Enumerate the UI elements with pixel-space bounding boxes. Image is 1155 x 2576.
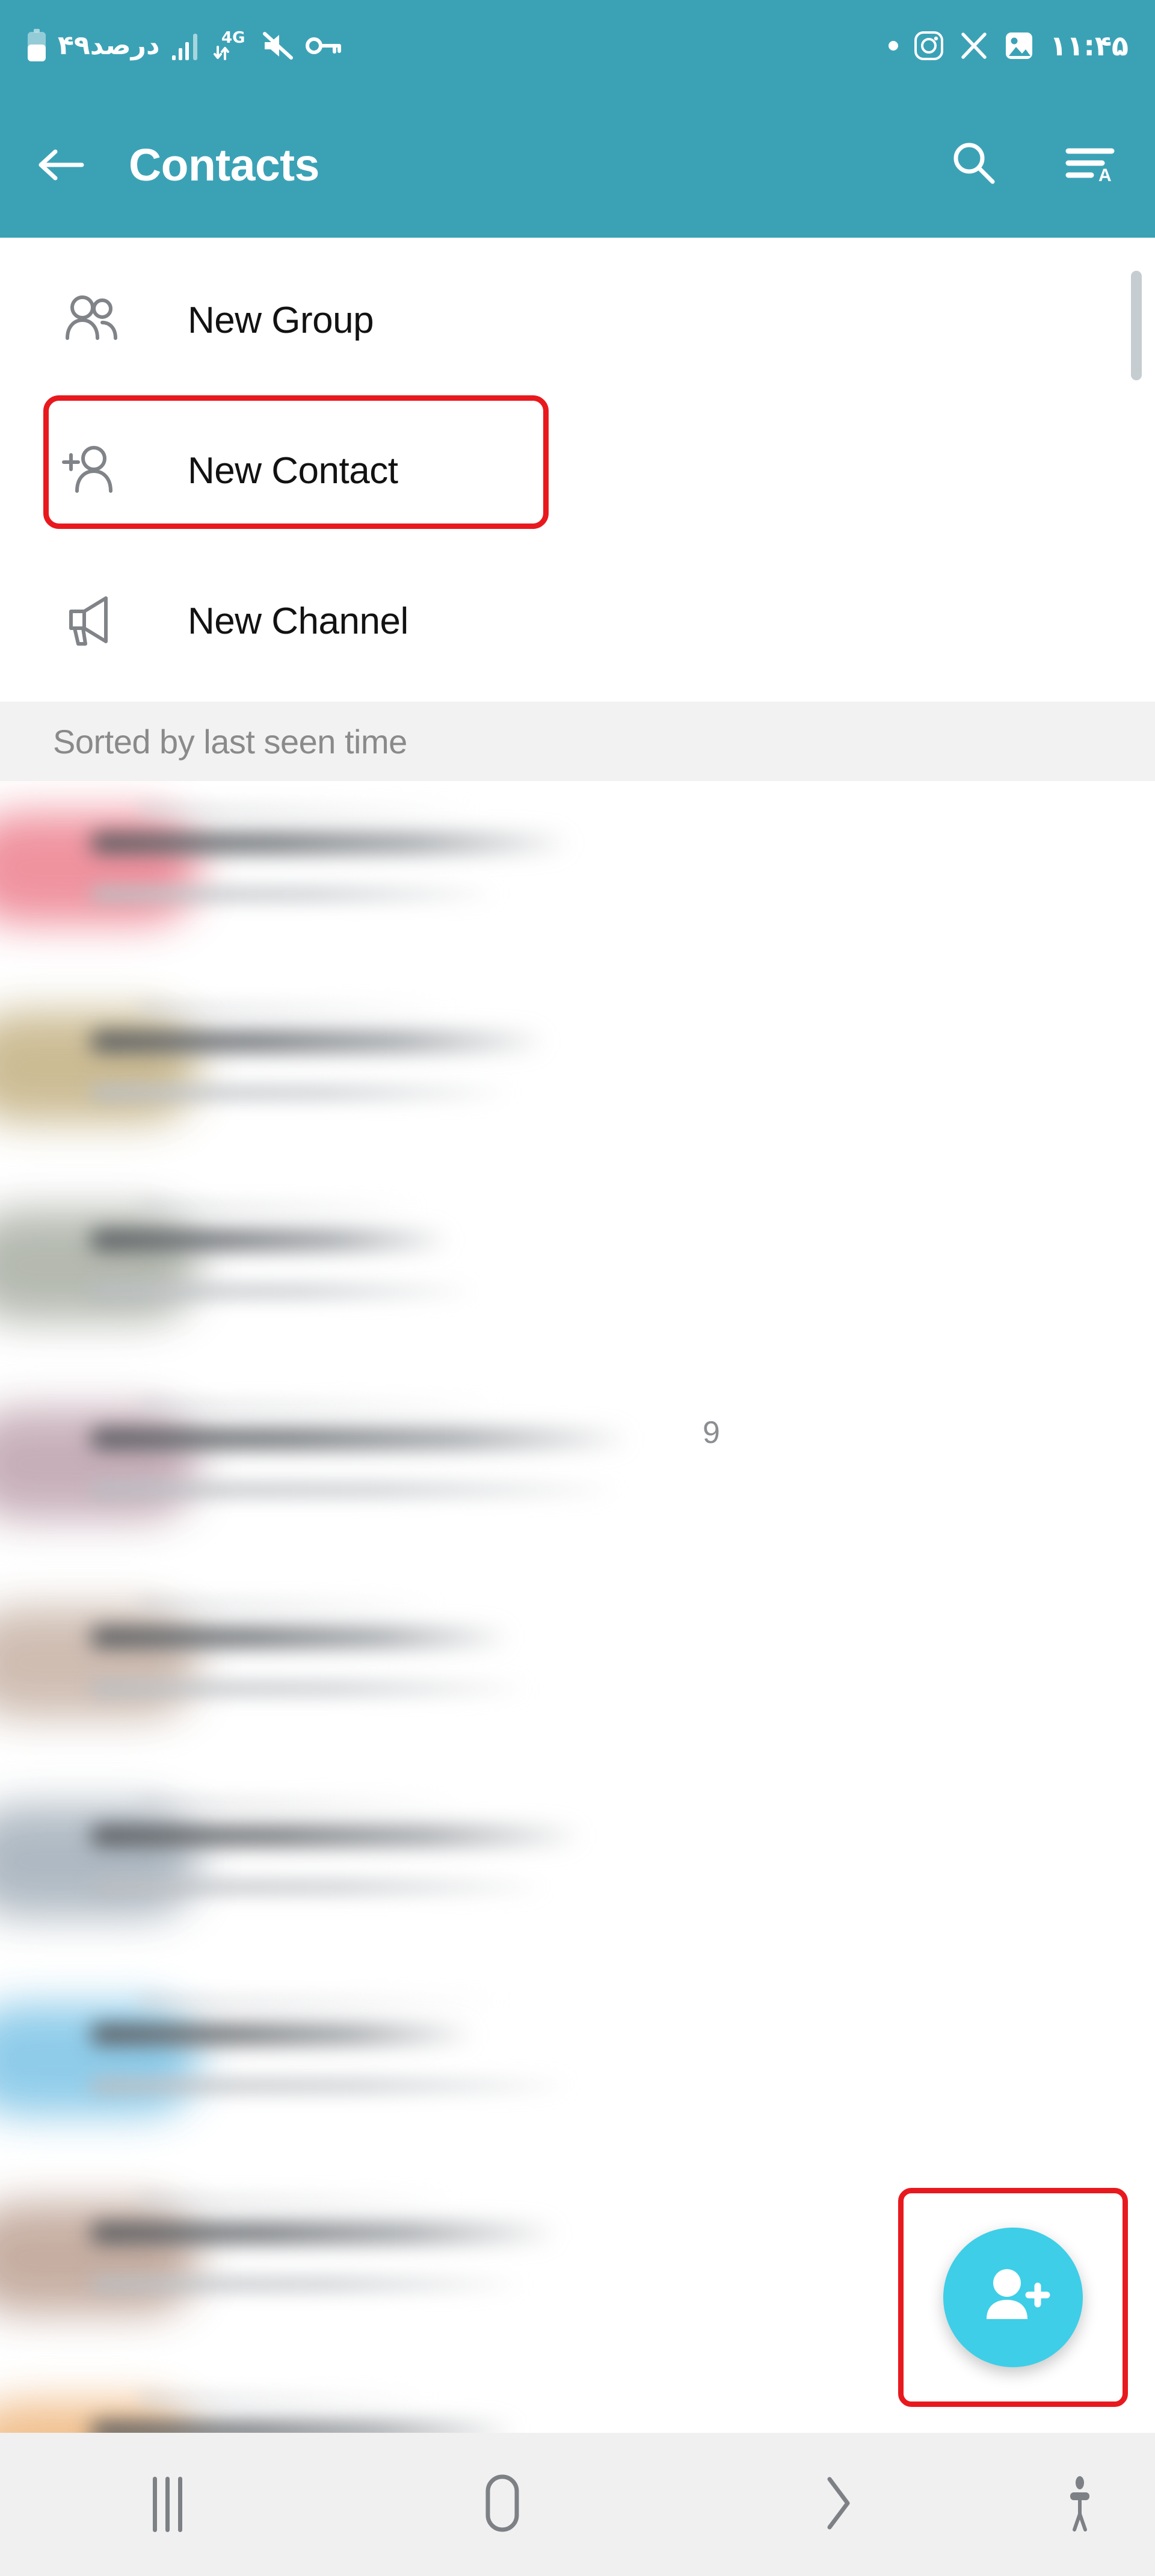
- nav-home-button[interactable]: [335, 2433, 670, 2576]
- contact-name: [90, 1230, 451, 1250]
- list-scrollbar[interactable]: [1131, 271, 1142, 380]
- contact-avatar: [0, 1805, 199, 1917]
- contact-name-ghost: [138, 805, 475, 815]
- status-bar-right: ۱۱:۴۵: [889, 31, 1129, 61]
- accessibility-icon: [1059, 2472, 1101, 2537]
- add-contact-fab[interactable]: [943, 2228, 1083, 2367]
- x-twitter-icon: [959, 31, 988, 60]
- contact-avatar: [0, 812, 199, 924]
- menu-item-label: New Group: [188, 299, 374, 341]
- contact-name: [90, 1031, 547, 1052]
- menu-item-new-contact[interactable]: New Contact: [0, 395, 1155, 546]
- signal-bars-icon: [171, 30, 202, 61]
- contact-status: [90, 1483, 620, 1497]
- home-icon: [473, 2472, 531, 2537]
- contact-name-ghost: [138, 1202, 421, 1212]
- contact-row[interactable]: [0, 1178, 1155, 1377]
- chevron-right-icon: [816, 2472, 858, 2537]
- sorted-by-label: Sorted by last seen time: [53, 722, 407, 761]
- contact-name-ghost: [138, 1401, 499, 1410]
- vpn-key-icon: [305, 34, 342, 58]
- menu-item-new-group[interactable]: New Group: [0, 245, 1155, 395]
- contact-avatar: [0, 1607, 199, 1719]
- contact-avatar: [0, 2004, 199, 2116]
- search-button[interactable]: [948, 138, 999, 191]
- nav-accessibility-button[interactable]: [1005, 2433, 1155, 2576]
- nav-back-button[interactable]: [670, 2433, 1005, 2576]
- data-transfer-icon: 4G: [213, 28, 250, 64]
- menu-item-label: New Channel: [188, 600, 408, 642]
- gallery-icon: [1004, 31, 1034, 61]
- back-button[interactable]: [36, 143, 85, 187]
- search-icon: [948, 138, 999, 191]
- page-title: Contacts: [129, 139, 319, 190]
- contact-row[interactable]: [0, 1774, 1155, 1972]
- contact-status: [90, 1880, 547, 1894]
- person-add-icon: [973, 2256, 1053, 2339]
- recents-icon: [152, 2477, 182, 2532]
- group-icon: [58, 286, 125, 354]
- contact-status: [90, 1284, 475, 1299]
- toolbar-actions: A: [948, 138, 1119, 191]
- contact-avatar: [0, 1011, 199, 1123]
- contact-avatar: [0, 1408, 199, 1520]
- megaphone-icon: [58, 587, 125, 655]
- contact-name: [90, 1429, 632, 1449]
- contact-row[interactable]: [0, 1377, 1155, 1575]
- contact-name-ghost: [138, 1798, 463, 1808]
- instagram-icon: [914, 31, 944, 61]
- sort-alpha-icon: A: [1065, 139, 1119, 190]
- contact-name-ghost: [138, 1997, 505, 2006]
- battery-icon: [26, 29, 47, 63]
- contact-row[interactable]: [0, 1972, 1155, 2171]
- contact-status: [90, 2078, 571, 2093]
- create-menu: New Group New Contact New Channel: [0, 238, 1155, 702]
- network-type-label: 4G: [221, 29, 245, 47]
- menu-item-label: New Contact: [188, 449, 398, 492]
- contact-name: [90, 2024, 475, 2045]
- nav-recents-button[interactable]: [0, 2433, 335, 2576]
- contact-status: [90, 1681, 529, 1696]
- status-bar: ۴۹درصد 4G ۱۱:۴۵: [0, 0, 1155, 91]
- svg-text:A: A: [1098, 165, 1112, 185]
- contact-row[interactable]: [0, 2370, 1155, 2433]
- status-bar-left: ۴۹درصد 4G: [26, 28, 342, 64]
- contact-list[interactable]: [0, 781, 1155, 2433]
- mute-icon: [261, 30, 295, 61]
- contact-status: [90, 887, 499, 901]
- person-add-icon: [58, 437, 125, 504]
- contact-name-ghost: [138, 2394, 433, 2403]
- contact-name: [90, 1826, 584, 1846]
- contact-name: [90, 2421, 517, 2433]
- contact-avatar: [0, 2202, 199, 2314]
- contact-row[interactable]: [0, 1575, 1155, 1774]
- menu-item-new-channel[interactable]: New Channel: [0, 546, 1155, 696]
- battery-percent-label: ۴۹درصد: [58, 30, 160, 61]
- contact-status: [90, 2277, 523, 2291]
- contact-name: [90, 833, 571, 853]
- contact-name-ghost: [138, 1599, 439, 1609]
- status-clock: ۱۱:۴۵: [1050, 29, 1129, 62]
- system-nav-bar: [0, 2433, 1155, 2576]
- contact-name-ghost: [138, 2195, 457, 2205]
- contact-name-ghost: [138, 1004, 451, 1013]
- dot-indicator: [889, 41, 899, 51]
- contact-row[interactable]: [0, 980, 1155, 1178]
- contact-status: [90, 1086, 511, 1100]
- sort-button[interactable]: A: [1065, 139, 1119, 190]
- contact-name: [90, 1627, 511, 1648]
- contact-name: [90, 2223, 559, 2243]
- sorted-by-header: Sorted by last seen time: [0, 702, 1155, 781]
- trailing-digit-label: 9: [703, 1415, 720, 1450]
- app-toolbar: Contacts A: [0, 91, 1155, 238]
- contact-row[interactable]: [0, 781, 1155, 980]
- contact-avatar: [0, 1209, 199, 1321]
